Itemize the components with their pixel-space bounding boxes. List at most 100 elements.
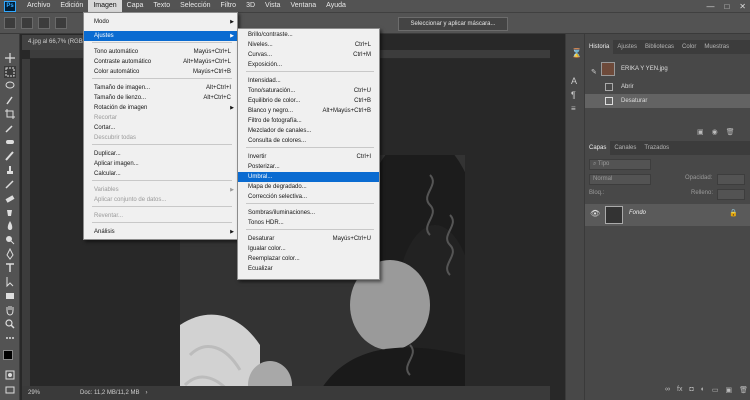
paragraph-panel-icon[interactable]: ¶ [571,90,581,100]
layer-filter-field[interactable]: ⌕ Tipo [589,159,651,170]
submenu-item-blanco-y-negro[interactable]: Blanco y negro... Alt+Mayús+Ctrl+B [238,106,379,116]
crop-tool-icon[interactable] [4,108,16,120]
snapshot-camera-icon[interactable]: ◉ [712,128,718,136]
healing-brush-icon[interactable] [4,136,16,148]
blend-mode-select[interactable]: Normal [589,174,651,185]
menu-vista[interactable]: Vista [260,0,285,12]
trash-icon[interactable]: 🗑 [739,386,748,394]
tab-color[interactable]: Color [678,40,700,54]
menu-item-duplicar[interactable]: Duplicar... [84,149,237,159]
menu-item-color-automatico[interactable]: Color automático Mayús+Ctrl+B [84,67,237,77]
screen-mode-icon[interactable] [4,384,16,396]
submenu-item-reemplazar-color[interactable]: Reemplazar color... [238,254,379,264]
tab-historia[interactable]: Historia [585,40,614,54]
tab-trazados[interactable]: Trazados [640,141,673,155]
submenu-item-equilibrio-de-color[interactable]: Equilibrio de color... Ctrl+B [238,96,379,106]
eyedropper-icon[interactable] [4,122,16,134]
quick-selection-icon[interactable] [4,94,16,106]
tab-capas[interactable]: Capas [585,141,611,155]
zoom-level[interactable]: 29% [28,390,68,396]
menu-3d[interactable]: 3D [241,0,260,12]
menu-item-analisis[interactable]: Análisis ▶ [84,227,237,237]
tab-muestras[interactable]: Muestras [700,40,733,54]
pen-tool-icon[interactable] [4,247,16,260]
mask-icon[interactable]: ◘ [689,386,693,394]
submenu-item-tonos-hdr[interactable]: Tonos HDR... [238,218,379,228]
minimize-button[interactable]: — [706,2,714,11]
submenu-item-desaturar[interactable]: Desaturar Mayús+Ctrl+U [238,234,379,244]
submenu-item-sombras-iluminaciones[interactable]: Sombras/iluminaciones... [238,208,379,218]
zoom-tool-icon[interactable] [4,318,16,330]
new-selection-icon[interactable] [38,17,50,29]
menu-item-calcular[interactable]: Calcular... [84,169,237,179]
paint-bucket-icon[interactable] [4,206,16,218]
new-layer-icon[interactable]: ▣ [726,386,733,394]
submenu-item-mezclador-de-canales[interactable]: Mezclador de canales... [238,126,379,136]
submenu-item-ecualizar[interactable]: Ecualizar [238,264,379,274]
submenu-item-curvas[interactable]: Curvas... Ctrl+M [238,50,379,60]
link-icon[interactable]: ∞ [665,386,670,394]
submenu-item-igualar-color[interactable]: Igualar color... [238,244,379,254]
submenu-item-exposicion[interactable]: Exposición... [238,60,379,70]
submenu-item-umbral[interactable]: Umbral... [238,172,379,182]
move-tool-icon[interactable] [4,52,16,64]
submenu-item-intensidad[interactable]: Intensidad... [238,76,379,86]
menu-ayuda[interactable]: Ayuda [321,0,351,12]
submenu-item-invertir[interactable]: Invertir Ctrl+I [238,152,379,162]
select-and-mask-button[interactable]: Seleccionar y aplicar máscara... [398,17,508,31]
tab-ajustes[interactable]: Ajustes [613,40,641,54]
submenu-item-consulta-de-colores[interactable]: Consulta de colores... [238,136,379,146]
hand-tool-icon[interactable] [4,304,16,316]
history-step-abrir[interactable]: Abrir [585,80,750,94]
submenu-item-brillo-contraste[interactable]: Brillo/contraste... [238,30,379,40]
menu-filtro[interactable]: Filtro [216,0,242,12]
layer-row-fondo[interactable]: 👁 Fondo 🔒 [585,204,750,226]
menu-item-ajustes[interactable]: Ajustes ▶ [84,31,237,41]
tab-canales[interactable]: Canales [610,141,640,155]
menu-item-modo[interactable]: Modo ▶ [84,17,237,27]
properties-panel-icon[interactable]: ≡ [571,104,581,114]
path-selection-icon[interactable] [4,276,16,288]
submenu-item-tono-saturacion[interactable]: Tono/saturación... Ctrl+U [238,86,379,96]
menu-item-rotacion-de-imagen[interactable]: Rotación de imagen ▶ [84,103,237,113]
menu-item-tono-automatico[interactable]: Tono automático Mayús+Ctrl+L [84,47,237,57]
menu-imagen[interactable]: Imagen [88,0,122,12]
new-document-from-state-icon[interactable]: ▣ [697,128,704,136]
menu-capa[interactable]: Capa [122,0,149,12]
fill-field[interactable] [717,189,745,200]
menu-texto[interactable]: Texto [148,0,175,12]
menu-seleccion[interactable]: Selección [175,0,215,12]
type-tool-icon[interactable] [4,262,16,274]
maximize-button[interactable]: □ [724,2,729,11]
close-button[interactable]: ✕ [739,2,746,11]
rectangle-tool-icon[interactable] [4,290,16,302]
fx-icon[interactable]: fx [677,386,682,394]
opacity-field[interactable] [717,174,745,185]
clone-stamp-icon[interactable] [4,164,16,176]
dodge-tool-icon[interactable] [4,234,16,246]
blur-tool-icon[interactable] [4,220,16,232]
home-icon[interactable] [4,17,16,29]
history-snapshot[interactable]: ✎ ERIKA Y YEN.jpg [585,60,750,78]
adjustment-layer-icon[interactable]: ◐ [701,386,705,394]
submenu-item-posterizar[interactable]: Posterizar... [238,162,379,172]
menu-ventana[interactable]: Ventana [285,0,321,12]
more-tools-icon[interactable] [4,332,16,344]
character-panel-icon[interactable]: A [571,76,581,86]
marquee-tool-icon[interactable] [4,66,16,78]
menu-item-tamano-de-lienzo[interactable]: Tamaño de lienzo... Alt+Ctrl+C [84,93,237,103]
eraser-icon[interactable] [4,192,16,204]
history-panel-icon[interactable]: ⌛ [571,48,582,58]
submenu-item-filtro-de-fotografia[interactable]: Filtro de fotografía... [238,116,379,126]
lasso-tool-icon[interactable] [4,80,16,92]
foreground-color-swatch[interactable] [3,350,13,360]
history-brush-icon[interactable] [4,178,16,190]
quick-mask-icon[interactable] [4,369,16,381]
submenu-item-niveles[interactable]: Niveles... Ctrl+L [238,40,379,50]
submenu-item-correccion-selectiva[interactable]: Corrección selectiva... [238,192,379,202]
history-step-desaturar[interactable]: Desaturar [585,94,750,108]
menu-item-aplicar-imagen[interactable]: Aplicar imagen... [84,159,237,169]
submenu-item-mapa-de-degradado[interactable]: Mapa de degradado... [238,182,379,192]
visibility-eye-icon[interactable]: 👁 [590,209,600,218]
menu-item-cortar[interactable]: Cortar... [84,123,237,133]
